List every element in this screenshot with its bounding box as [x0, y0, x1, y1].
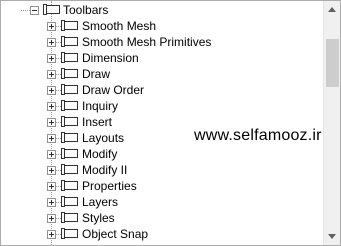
- expand-icon[interactable]: [47, 166, 56, 175]
- expand-icon[interactable]: [47, 118, 56, 127]
- toolbar-icon: [61, 148, 78, 159]
- toolbar-icon: [61, 116, 78, 127]
- toolbar-icon: [61, 36, 78, 47]
- tree-node-label: Layouts: [82, 131, 125, 145]
- tree-node-label: Inquiry: [82, 99, 119, 113]
- toolbar-icon: [61, 196, 78, 207]
- tree-node-label: Dimension: [82, 51, 139, 65]
- expand-icon[interactable]: [47, 214, 56, 223]
- tree-node-label: Smooth Mesh: [82, 19, 157, 33]
- tree-node-toolbars[interactable]: Toolbars: [1, 2, 323, 18]
- scrollbar-thumb[interactable]: [326, 39, 339, 87]
- tree-node-label: Draw Order: [82, 83, 145, 97]
- toolbar-icon: [61, 100, 78, 111]
- scroll-down-arrow-icon[interactable]: [324, 228, 340, 245]
- tree-node-label: Layers: [82, 195, 119, 209]
- toolbar-icon: [61, 20, 78, 31]
- toolbar-icon: [43, 4, 60, 15]
- tree-node-label: Styles: [82, 211, 115, 225]
- tree-node-toolbar-item[interactable]: Smooth Mesh: [1, 18, 323, 34]
- expand-icon[interactable]: [47, 134, 56, 143]
- tree-node-label: Draw: [82, 67, 111, 81]
- expand-icon[interactable]: [47, 182, 56, 191]
- tree-node-toolbar-item[interactable]: Inquiry: [1, 98, 323, 114]
- toolbar-icon: [61, 180, 78, 191]
- customize-tree-panel: Toolbars Smooth Mesh Smooth Mesh Primitiv…: [0, 0, 341, 246]
- expand-icon[interactable]: [47, 38, 56, 47]
- tree-node-toolbar-item[interactable]: Styles: [1, 210, 323, 226]
- tree-node-toolbar-item[interactable]: Modify II: [1, 162, 323, 178]
- tree-node-toolbar-item[interactable]: Smooth Mesh Primitives: [1, 34, 323, 50]
- tree-node-label: Properties: [82, 179, 137, 193]
- watermark-text: www.selfamooz.ir: [194, 127, 322, 144]
- tree-node-label: Smooth Mesh Primitives: [82, 35, 212, 49]
- tree-node-label: Modify II: [82, 163, 128, 177]
- scroll-up-arrow-icon[interactable]: [324, 1, 340, 18]
- tree-node-toolbar-item[interactable]: Layers: [1, 194, 323, 210]
- expand-icon[interactable]: [47, 102, 56, 111]
- vertical-scrollbar[interactable]: [323, 1, 340, 245]
- expand-icon[interactable]: [47, 150, 56, 159]
- toolbar-icon: [61, 212, 78, 223]
- expand-icon[interactable]: [47, 22, 56, 31]
- toolbar-icon: [61, 52, 78, 63]
- tree-node-toolbar-item[interactable]: Draw: [1, 66, 323, 82]
- tree-guide-line: [21, 10, 30, 11]
- collapse-icon[interactable]: [30, 6, 39, 15]
- tree-node-label: Insert: [82, 115, 113, 129]
- tree-node-label: Object Snap: [82, 227, 149, 241]
- tree-node-label: Modify: [82, 147, 118, 161]
- tree-node-toolbar-item[interactable]: Properties: [1, 178, 323, 194]
- toolbar-icon: [61, 84, 78, 95]
- expand-icon[interactable]: [47, 198, 56, 207]
- expand-icon[interactable]: [47, 54, 56, 63]
- expand-icon[interactable]: [47, 70, 56, 79]
- toolbar-icon: [61, 164, 78, 175]
- expand-icon[interactable]: [47, 86, 56, 95]
- toolbar-icon: [61, 228, 78, 239]
- tree-node-toolbar-item[interactable]: Modify: [1, 146, 323, 162]
- tree-node-toolbar-item[interactable]: Draw Order: [1, 82, 323, 98]
- tree-node-toolbar-item[interactable]: Object Snap: [1, 226, 323, 242]
- toolbar-icon: [61, 68, 78, 79]
- expand-icon[interactable]: [47, 230, 56, 239]
- toolbars-tree-view[interactable]: Toolbars Smooth Mesh Smooth Mesh Primitiv…: [1, 1, 323, 245]
- tree-node-toolbar-item[interactable]: Dimension: [1, 50, 323, 66]
- tree-node-label: Toolbars: [63, 3, 109, 17]
- toolbar-icon: [61, 132, 78, 143]
